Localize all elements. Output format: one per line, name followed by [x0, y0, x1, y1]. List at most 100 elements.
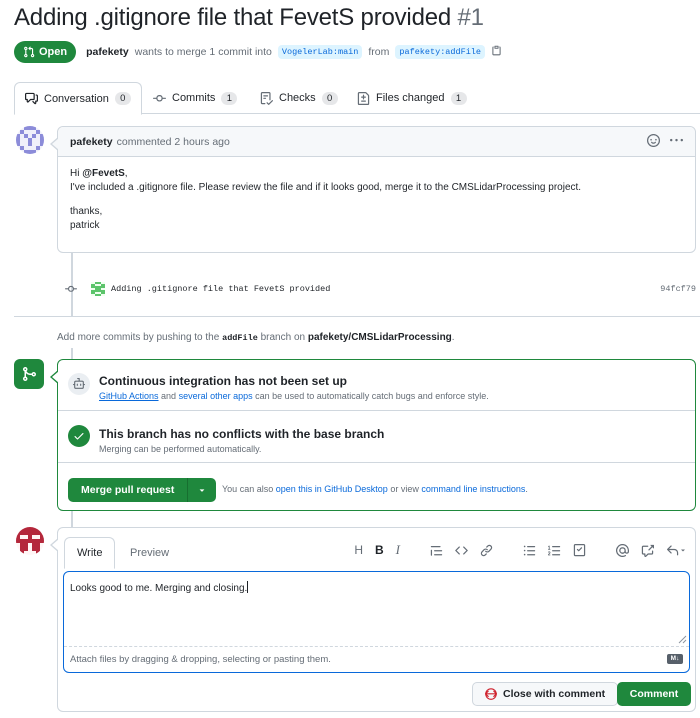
mention-icon [616, 543, 629, 557]
timeline-connector [71, 348, 73, 359]
timeline-commit: Adding .gitignore file that FevetS provi… [57, 280, 696, 298]
comment-greeting-suffix: , [124, 168, 128, 179]
new-comment-form: Write Preview H B I Looks good to me. Me… [50, 527, 696, 712]
pr-comment: pafekety commented 2 hours ago Hi @Fevet… [50, 126, 696, 253]
kebab-horizontal-icon[interactable] [670, 134, 683, 147]
comment-timestamp[interactable]: commented 2 hours ago [117, 136, 230, 148]
avatar[interactable] [16, 126, 44, 154]
text-cursor [247, 581, 249, 593]
merge-button-label[interactable]: Merge pull request [68, 478, 189, 502]
reply-icon [667, 544, 679, 555]
conflict-section: This branch has no conflicts with the ba… [58, 411, 695, 463]
pr-title-text: Adding .gitignore file that FevetS provi… [14, 4, 452, 31]
avatar[interactable] [91, 282, 105, 296]
triangle-down-icon [681, 549, 685, 552]
avatar[interactable] [16, 527, 44, 555]
link-button[interactable] [480, 544, 493, 557]
comment-header: pafekety commented 2 hours ago [58, 127, 695, 157]
merge-alternatives: You can also open this in GitHub Desktop… [222, 484, 528, 494]
comment-signoff: thanks, [70, 206, 103, 217]
comment-textarea[interactable]: Looks good to me. Merging and closing. A… [63, 571, 690, 673]
timeline-divider [14, 316, 700, 317]
conflict-title: This branch has no conflicts with the ba… [99, 427, 385, 441]
triangle-down-icon [200, 489, 205, 492]
merge-box: Continuous integration has not been set … [50, 359, 696, 512]
task-list-button[interactable] [573, 543, 586, 557]
checklist-icon [260, 91, 273, 105]
ci-and: and [161, 391, 177, 401]
tab-checks[interactable]: Checks 0 [260, 82, 338, 114]
conflict-subtitle: Merging can be performed automatically. [99, 444, 262, 454]
link-icon [480, 544, 493, 556]
merge-method-dropdown[interactable] [188, 478, 216, 502]
github-desktop-link[interactable]: open this in GitHub Desktop [276, 484, 388, 494]
base-branch[interactable]: VogelerLab:main [277, 45, 363, 59]
comment-button[interactable]: Comment [617, 682, 691, 706]
tab-write[interactable]: Write [64, 537, 116, 569]
code-button[interactable] [455, 544, 468, 557]
pr-tabs: Conversation 0 Commits 1 Checks 0 Files … [14, 82, 700, 115]
tab-counter: 1 [221, 91, 238, 105]
close-button-label: Close with comment [503, 688, 606, 700]
git-commit-icon [65, 285, 77, 292]
tab-preview[interactable]: Preview [118, 537, 181, 569]
tab-counter: 0 [114, 92, 131, 105]
file-diff-icon [357, 91, 370, 105]
pr-author-link[interactable]: pafekety [86, 46, 129, 58]
git-commit-icon [153, 94, 166, 102]
from-text: from [368, 46, 390, 58]
issue-closed-icon [485, 688, 497, 700]
tab-counter: 1 [450, 91, 467, 105]
push-hint: Add more commits by pushing to the addFi… [57, 332, 455, 343]
tab-conversation[interactable]: Conversation 0 [14, 82, 142, 115]
github-actions-link[interactable]: GitHub Actions [99, 391, 159, 401]
list-ordered-icon [548, 545, 561, 555]
tab-counter: 0 [321, 91, 338, 105]
code-icon [455, 545, 468, 555]
list-unordered-icon [523, 545, 536, 555]
ci-rest: can be used to automatically catch bugs … [255, 391, 489, 401]
attach-hint: Attach files by dragging & dropping, sel… [70, 654, 331, 665]
pr-number: #1 [457, 4, 484, 31]
merge-pull-request-button[interactable]: Merge pull request [68, 478, 217, 502]
other-apps-link[interactable]: several other apps [179, 391, 253, 401]
tab-label: Checks [279, 92, 316, 104]
tab-files-changed[interactable]: Files changed 1 [357, 82, 467, 114]
italic-button[interactable]: I [396, 542, 400, 558]
quote-button[interactable] [430, 544, 443, 557]
commit-sha-link[interactable]: 94fcf79 [660, 284, 696, 294]
comment-author[interactable]: pafekety [70, 136, 113, 148]
tasklist-icon [573, 543, 586, 556]
bold-button[interactable]: B [375, 543, 384, 557]
file-attachment-area[interactable]: Attach files by dragging & dropping, sel… [64, 646, 689, 672]
merge-status-badge [14, 359, 44, 389]
saved-replies-button[interactable] [666, 544, 687, 557]
cross-reference-icon [641, 544, 654, 557]
pr-subheader: Open pafekety wants to merge 1 commit in… [14, 41, 502, 63]
hint-repo-link[interactable]: pafekety/CMSLidarProcessing [308, 332, 452, 343]
merge-action-section: Merge pull request You can also open thi… [58, 463, 695, 512]
ordered-list-button[interactable] [548, 544, 561, 557]
merge-description: wants to merge 1 commit into [134, 46, 272, 58]
markdown-icon[interactable]: M↓ [667, 654, 683, 664]
resize-handle-icon[interactable] [677, 634, 687, 644]
copy-icon[interactable] [491, 45, 502, 59]
timeline-connector [71, 511, 73, 527]
tab-commits[interactable]: Commits 1 [153, 82, 238, 114]
commit-message-link[interactable]: Adding .gitignore file that FevetS provi… [111, 284, 330, 294]
command-line-link[interactable]: command line instructions [421, 484, 525, 494]
head-branch[interactable]: pafekety:addFile [395, 45, 486, 59]
comment-draft-text: Looks good to me. Merging and closing. [70, 583, 248, 594]
smiley-icon[interactable] [647, 134, 660, 147]
also-or: or view [390, 484, 419, 494]
unordered-list-button[interactable] [523, 544, 536, 557]
mention-button[interactable] [616, 543, 629, 557]
also-prefix: You can also [222, 484, 274, 494]
user-mention[interactable]: @FevetS [82, 168, 125, 179]
close-with-comment-button[interactable]: Close with comment [472, 682, 619, 706]
heading-button[interactable]: H [354, 543, 363, 557]
cross-reference-button[interactable] [641, 544, 654, 557]
comment-paragraph: I've included a .gitignore file. Please … [70, 182, 582, 193]
git-merge-icon [23, 367, 37, 381]
pr-title: Adding .gitignore file that FevetS provi… [14, 4, 484, 32]
